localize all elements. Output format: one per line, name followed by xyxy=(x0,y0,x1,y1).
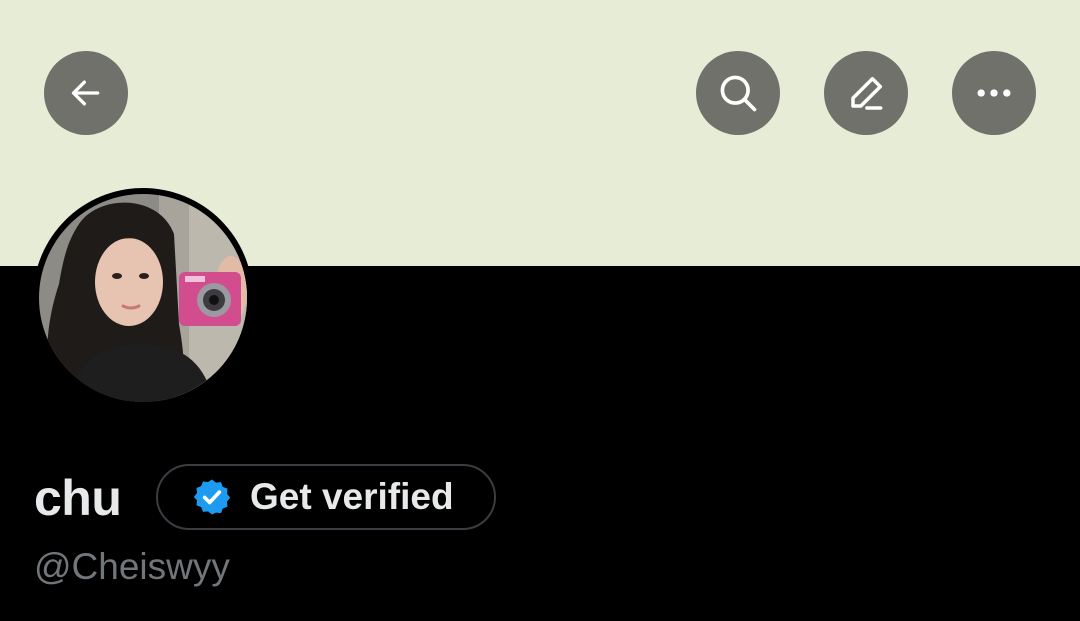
edit-button[interactable] xyxy=(824,51,908,135)
profile-screen: chu Get verified @Cheiswyy xyxy=(0,0,1080,621)
search-icon xyxy=(720,75,757,112)
back-button[interactable] xyxy=(44,51,128,135)
display-name: chu xyxy=(34,470,122,526)
more-horizontal-icon xyxy=(977,89,1011,97)
search-button[interactable] xyxy=(696,51,780,135)
verified-badge-icon xyxy=(193,479,231,515)
avatar-photo xyxy=(39,194,247,402)
get-verified-label: Get verified xyxy=(250,476,454,517)
arrow-left-icon xyxy=(71,80,100,106)
avatar[interactable] xyxy=(33,188,253,408)
pencil-icon xyxy=(851,76,883,110)
user-handle: @Cheiswyy xyxy=(34,546,230,587)
more-button[interactable] xyxy=(952,51,1036,135)
get-verified-button[interactable]: Get verified xyxy=(156,464,496,530)
